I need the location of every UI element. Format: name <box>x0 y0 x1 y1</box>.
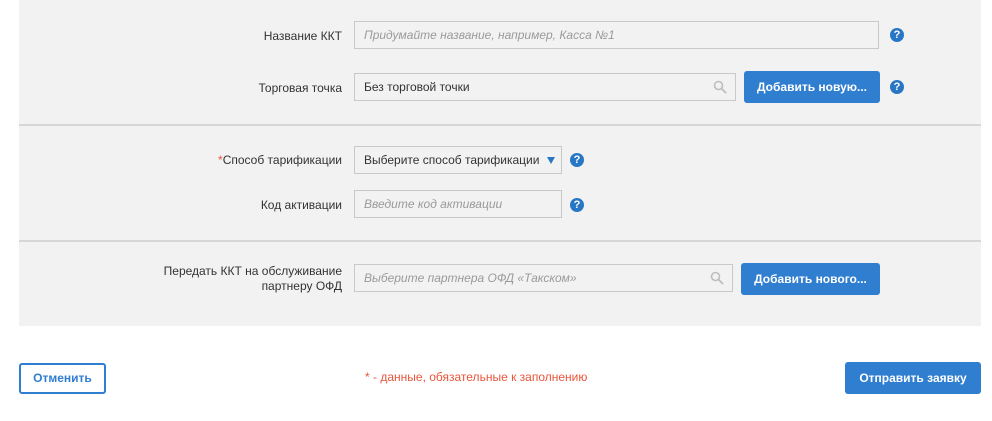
partner-input-placeholder: Выберите партнера ОФД «Такском» <box>364 271 577 285</box>
trade-point-input[interactable]: Без торговой точки <box>354 73 736 101</box>
section-divider <box>19 124 981 126</box>
required-fields-note: * - данные, обязательные к заполнению <box>365 370 588 384</box>
partner-input[interactable]: Выберите партнера ОФД «Такском» <box>354 264 733 292</box>
cancel-button[interactable]: Отменить <box>19 363 106 394</box>
search-icon[interactable] <box>710 271 724 285</box>
trade-point-help-icon[interactable]: ? <box>890 80 904 94</box>
activation-code-help-icon[interactable]: ? <box>570 198 584 212</box>
partner-label-line2: партнеру ОФД <box>261 279 342 293</box>
add-trade-point-button[interactable]: Добавить новую... <box>744 71 880 103</box>
partner-label-line1: Передать ККТ на обслуживание <box>163 264 342 278</box>
activation-code-input[interactable]: Введите код активации <box>354 190 562 218</box>
kkt-name-input[interactable]: Придумайте название, например, Касса №1 <box>354 21 879 49</box>
kkt-name-label: Название ККТ <box>263 29 342 43</box>
search-icon[interactable] <box>713 80 727 94</box>
partner-label: Передать ККТ на обслуживание партнеру ОФ… <box>130 264 342 294</box>
tariff-label: *Способ тарификации <box>160 153 342 168</box>
add-partner-button[interactable]: Добавить нового... <box>741 263 880 295</box>
trade-point-label: Торговая точка <box>258 81 342 95</box>
tariff-help-icon[interactable]: ? <box>570 153 584 167</box>
chevron-down-icon <box>547 157 555 164</box>
tariff-select[interactable]: Выберите способ тарификации <box>354 146 562 174</box>
activation-code-label: Код активации <box>260 198 342 212</box>
submit-request-button[interactable]: Отправить заявку <box>845 362 981 394</box>
tariff-label-text: Способ тарификации <box>222 153 342 167</box>
trade-point-value: Без торговой точки <box>364 80 470 94</box>
kkt-name-help-icon[interactable]: ? <box>890 28 904 42</box>
tariff-select-value: Выберите способ тарификации <box>364 153 540 167</box>
section-divider <box>19 240 981 242</box>
